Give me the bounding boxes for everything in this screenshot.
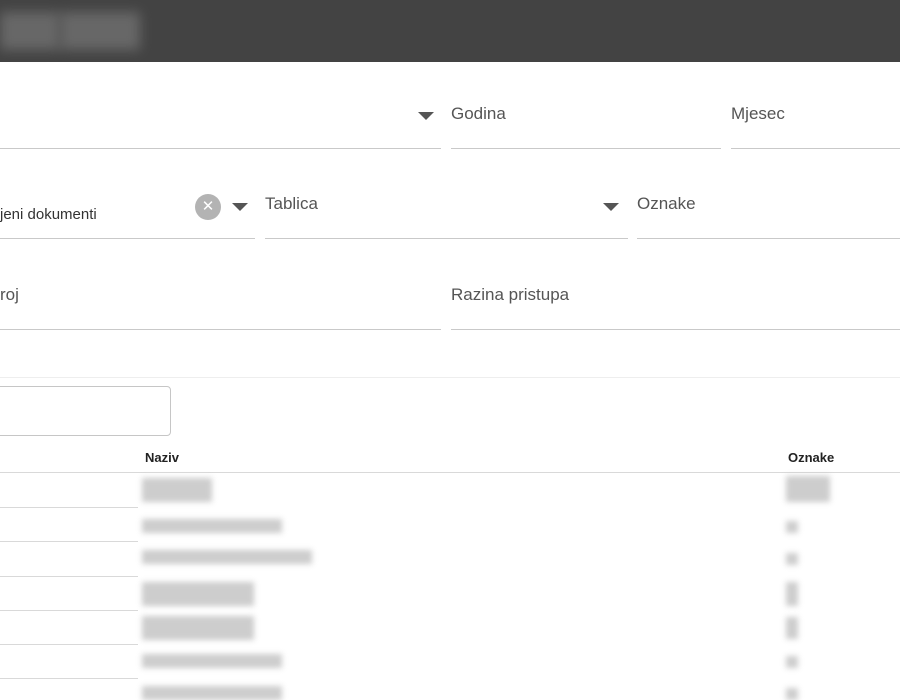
broj-label: roj [0, 285, 19, 304]
app-header [0, 0, 900, 62]
table-row[interactable] [0, 507, 138, 508]
blurred-cell [142, 582, 254, 606]
table-header-divider [0, 472, 900, 473]
caret-down-icon[interactable] [603, 203, 619, 211]
caret-down-icon[interactable] [232, 203, 248, 211]
blurred-cell [786, 582, 798, 606]
table-row[interactable] [0, 576, 138, 577]
search-input[interactable] [0, 386, 171, 436]
blurred-cell [142, 686, 282, 700]
dokumenti-select-field[interactable]: jeni dokumenti ✕ [0, 172, 255, 239]
column-header-oznake[interactable]: Oznake [788, 450, 834, 465]
oznake-field[interactable]: Oznake [637, 172, 900, 239]
header-title-blurred [60, 12, 140, 50]
blurred-cell [786, 688, 798, 700]
blurred-cell [786, 476, 830, 502]
clear-icon[interactable]: ✕ [195, 194, 221, 220]
blurred-cell [142, 616, 254, 640]
mjesec-label: Mjesec [731, 104, 785, 123]
razina-pristupa-field[interactable]: Razina pristupa [451, 263, 900, 330]
godina-label: Godina [451, 104, 506, 123]
tablica-label: Tablica [265, 194, 318, 213]
mjesec-field[interactable]: Mjesec [731, 82, 900, 149]
header-logo-blurred [0, 12, 60, 50]
dokumenti-value: jeni dokumenti [0, 206, 97, 223]
tablica-select-field[interactable]: Tablica [265, 172, 628, 239]
table-row[interactable] [0, 541, 138, 542]
oznake-label: Oznake [637, 194, 696, 213]
blurred-cell [142, 550, 312, 564]
razina-pristupa-label: Razina pristupa [451, 285, 570, 304]
column-header-naziv[interactable]: Naziv [145, 450, 179, 465]
caret-down-icon[interactable] [418, 112, 434, 120]
blurred-cell [142, 519, 282, 533]
godina-field[interactable]: Godina [451, 82, 721, 149]
filter-panel-divider [0, 377, 900, 378]
table-row[interactable] [0, 610, 138, 611]
broj-field[interactable]: roj [0, 263, 441, 330]
blurred-cell [786, 553, 798, 565]
blurred-cell [786, 521, 798, 533]
blurred-cell [142, 654, 282, 668]
blurred-cell [142, 478, 212, 502]
blurred-cell [786, 617, 798, 639]
table-row[interactable] [0, 678, 138, 679]
first-select-field[interactable] [0, 82, 441, 149]
table-row[interactable] [0, 644, 138, 645]
blurred-cell [786, 656, 798, 668]
